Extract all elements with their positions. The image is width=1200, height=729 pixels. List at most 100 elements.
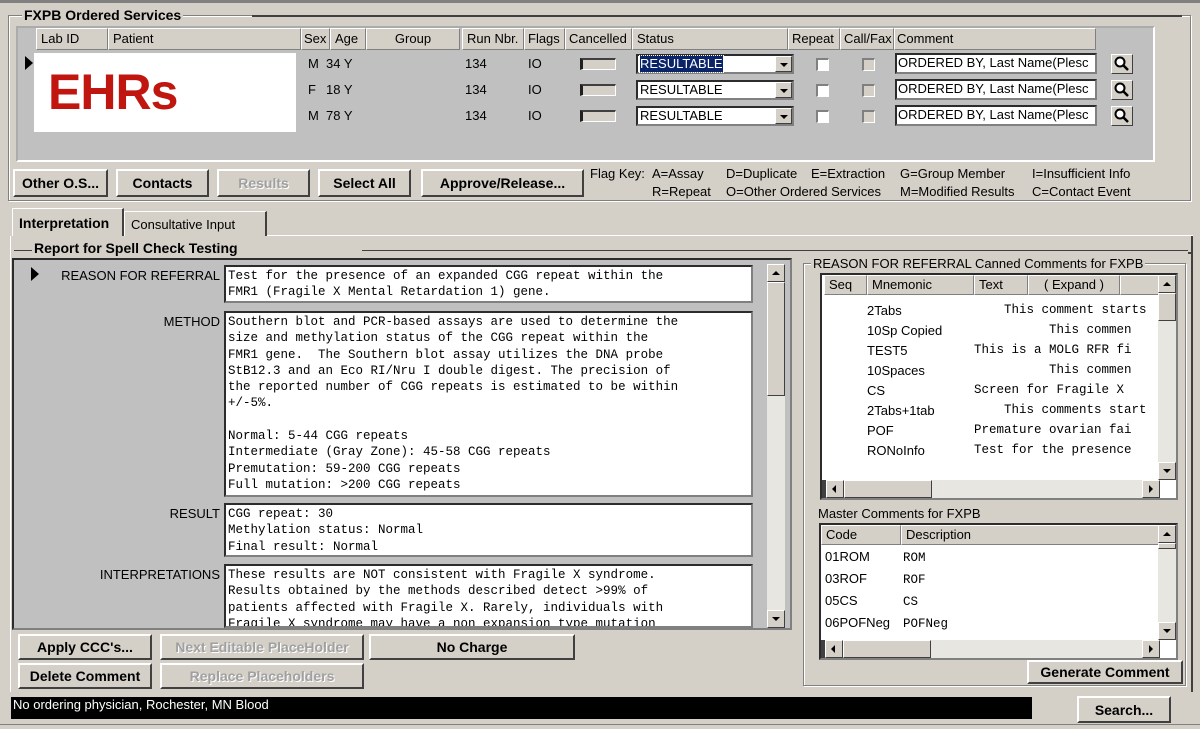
status-dropdown[interactable]: RESULTABLE (636, 54, 794, 74)
scroll-thumb[interactable] (844, 480, 932, 498)
list-item[interactable]: TEST5 This is a MOLG RFR fi (822, 343, 1158, 363)
col-cancelled[interactable]: Cancelled (565, 28, 632, 50)
comment-text: This comments start (974, 403, 1147, 417)
interpretations-text[interactable]: These results are NOT consistent with Fr… (224, 564, 753, 628)
scroll-down-icon[interactable] (1158, 622, 1176, 640)
canned-hscroll[interactable] (822, 480, 1160, 498)
chevron-down-icon[interactable] (775, 108, 792, 124)
col-age[interactable]: Age (330, 28, 366, 50)
call-fax-checkbox[interactable] (862, 84, 875, 97)
list-item[interactable]: POF Premature ovarian fai (822, 423, 1158, 443)
col-lab-id[interactable]: Lab ID (36, 28, 108, 50)
scroll-thumb[interactable] (843, 640, 931, 658)
report-scrollbar[interactable] (767, 264, 785, 628)
generate-comment-button[interactable]: Generate Comment (1027, 660, 1183, 684)
col-comment[interactable]: Comment (894, 28, 1096, 50)
scroll-up-icon[interactable] (767, 264, 785, 282)
row-run-nbr: 134 (465, 108, 487, 123)
master-vscroll[interactable] (1158, 525, 1176, 640)
comment-lookup-button[interactable] (1111, 54, 1133, 74)
scroll-up-icon[interactable] (1158, 525, 1176, 543)
flag-key-item: I=Insufficient Info (1032, 166, 1131, 181)
repeat-checkbox[interactable] (816, 110, 829, 123)
search-button[interactable]: Search... (1077, 696, 1171, 723)
col-status[interactable]: Status (632, 28, 788, 50)
call-fax-checkbox[interactable] (862, 58, 875, 71)
code: 05CS (825, 593, 858, 608)
master-comments-list[interactable]: Code Description 01ROM ROM 03ROF ROF 05CS C… (819, 523, 1178, 660)
cancelled-toggle[interactable] (580, 58, 616, 70)
no-charge-button[interactable]: No Charge (369, 634, 575, 660)
list-item[interactable]: 10Spaces This commen (822, 363, 1158, 383)
scroll-right-icon[interactable] (1142, 480, 1160, 498)
method-text[interactable]: Southern blot and PCR-based assays are u… (224, 311, 753, 497)
col-text[interactable]: Text (974, 275, 1028, 295)
reason-for-referral-text[interactable]: Test for the presence of an expanded CGG… (224, 265, 753, 303)
list-item[interactable]: CS Screen for Fragile X (822, 383, 1158, 403)
col-call-fax[interactable]: Call/Fax (840, 28, 894, 50)
delete-comment-button[interactable]: Delete Comment (18, 663, 152, 689)
list-item[interactable]: 2Tabs This comment starts (822, 303, 1158, 323)
repeat-checkbox[interactable] (816, 84, 829, 97)
scroll-left-icon[interactable] (826, 480, 844, 498)
col-group[interactable]: Group (366, 28, 460, 50)
scroll-up-icon[interactable] (1158, 275, 1176, 293)
scroll-thumb[interactable] (767, 282, 785, 396)
other-os-button[interactable]: Other O.S... (13, 169, 108, 197)
cancelled-toggle[interactable] (580, 84, 616, 96)
master-hscroll[interactable] (821, 640, 1160, 658)
scroll-thumb[interactable] (1158, 543, 1176, 549)
replace-placeholders-button[interactable]: Replace Placeholders (160, 663, 364, 689)
result-text[interactable]: CGG repeat: 30 Methylation status: Norma… (224, 503, 753, 557)
chevron-down-icon[interactable] (775, 82, 792, 98)
comment-field[interactable]: ORDERED BY, Last Name(Plesc (895, 79, 1097, 100)
flag-key-item: C=Contact Event (1032, 184, 1131, 199)
status-dropdown[interactable]: RESULTABLE (636, 80, 794, 100)
select-all-button[interactable]: Select All (318, 169, 411, 197)
col-code[interactable]: Code (821, 525, 901, 545)
results-button[interactable]: Results (217, 169, 310, 197)
tab-consultative-input[interactable]: Consultative Input (124, 211, 267, 236)
tab-interpretation[interactable]: Interpretation (12, 208, 124, 236)
comment-lookup-button[interactable] (1111, 106, 1133, 126)
report-title-rule-right (362, 250, 1188, 251)
list-item[interactable]: 10Sp Copied This commen (822, 323, 1158, 343)
col-sex[interactable]: Sex (301, 28, 330, 50)
expand-button[interactable]: ( Expand ) (1028, 275, 1120, 295)
comment-text: This comment starts (974, 303, 1147, 317)
description: POFNeg (903, 617, 949, 631)
col-mnemonic[interactable]: Mnemonic (867, 275, 974, 295)
col-patient[interactable]: Patient (108, 28, 301, 50)
chevron-down-icon[interactable] (775, 56, 792, 72)
call-fax-checkbox[interactable] (862, 110, 875, 123)
list-item[interactable]: 05CS CS (821, 593, 1158, 613)
approve-release-button[interactable]: Approve/Release... (421, 169, 584, 197)
code: 03ROF (825, 571, 867, 586)
apply-ccc-button[interactable]: Apply CCC's... (18, 634, 152, 660)
contacts-button[interactable]: Contacts (116, 169, 209, 197)
list-item[interactable]: 03ROF ROF (821, 571, 1158, 591)
col-seq[interactable]: Seq (824, 275, 867, 295)
scroll-right-icon[interactable] (1142, 640, 1160, 658)
col-flags[interactable]: Flags (524, 28, 565, 50)
col-repeat[interactable]: Repeat (788, 28, 840, 50)
scroll-thumb[interactable] (1158, 293, 1176, 321)
comment-lookup-button[interactable] (1111, 80, 1133, 100)
cancelled-toggle[interactable] (580, 110, 616, 122)
list-item[interactable]: 06POFNeg POFNeg (821, 615, 1158, 635)
comment-field[interactable]: ORDERED BY, Last Name(Plesc (895, 105, 1097, 126)
scroll-left-icon[interactable] (825, 640, 843, 658)
canned-vscroll[interactable] (1158, 275, 1176, 480)
list-item[interactable]: 01ROM ROM (821, 549, 1158, 569)
repeat-checkbox[interactable] (816, 58, 829, 71)
list-item[interactable]: 2Tabs+1tab This comments start (822, 403, 1158, 423)
col-run-nbr[interactable]: Run Nbr. (462, 28, 524, 50)
list-item[interactable]: RONoInfo Test for the presence (822, 443, 1158, 463)
comment-field[interactable]: ORDERED BY, Last Name(Plesc (895, 53, 1097, 74)
canned-comments-list[interactable]: Seq Mnemonic Text ( Expand ) 2Tabs This … (820, 273, 1178, 500)
col-description[interactable]: Description (901, 525, 1160, 545)
next-editable-placeholder-button[interactable]: Next Editable PlaceHolder (160, 634, 364, 660)
scroll-down-icon[interactable] (1158, 462, 1176, 480)
status-dropdown[interactable]: RESULTABLE (636, 106, 794, 126)
scroll-down-icon[interactable] (767, 610, 785, 628)
